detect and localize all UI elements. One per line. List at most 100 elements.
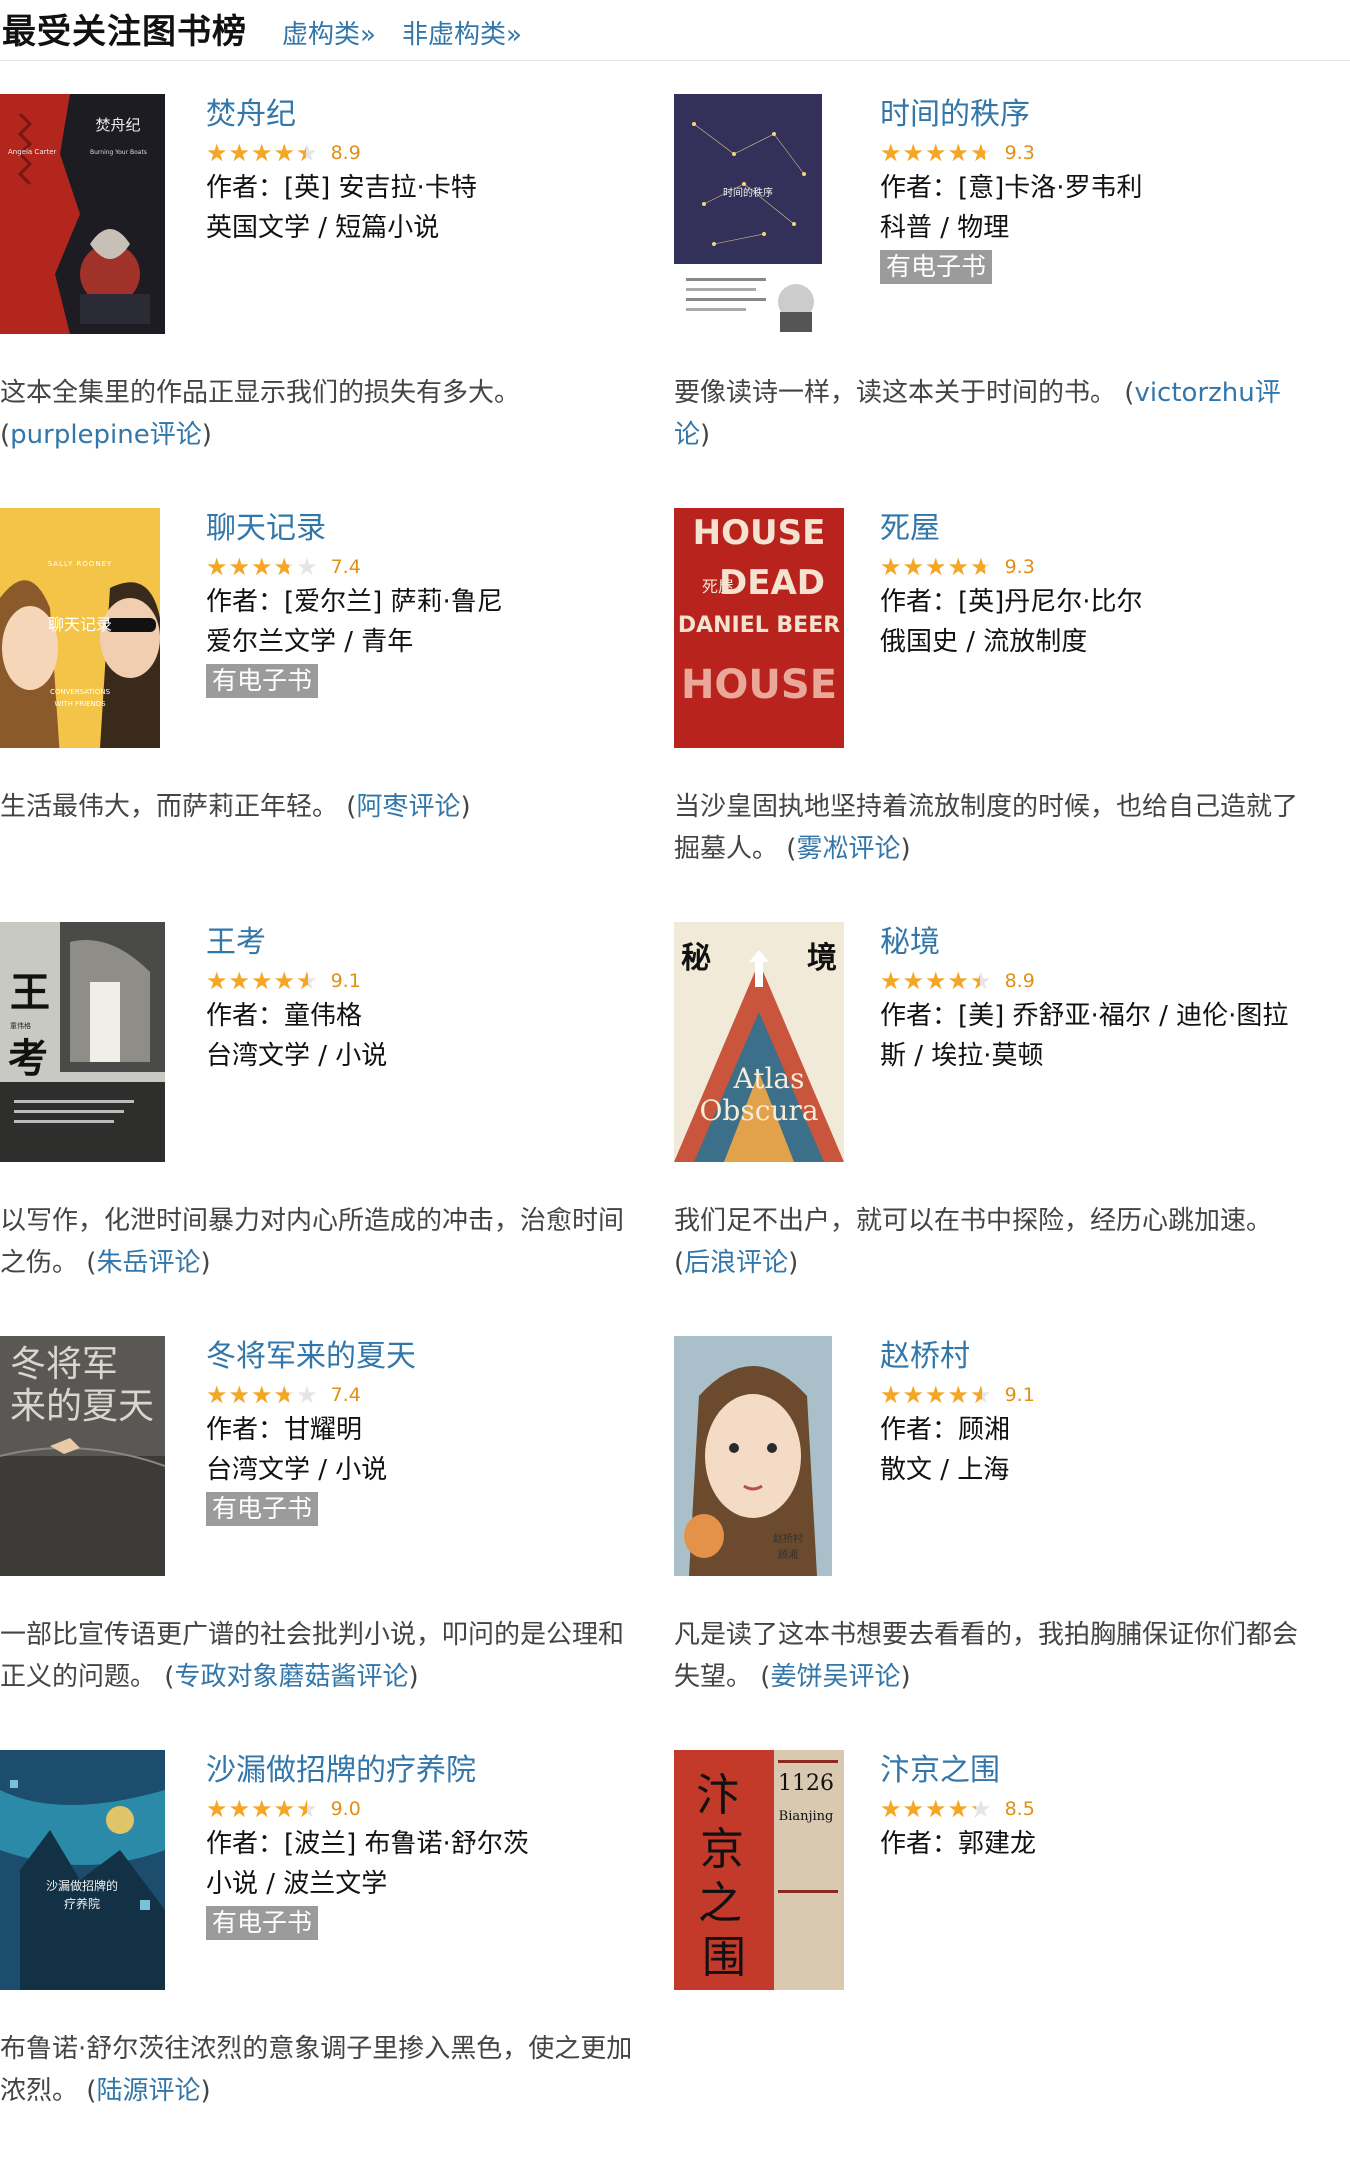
cover-text: HOUSE <box>693 513 826 553</box>
cover-text: 焚舟纪 <box>95 116 140 134</box>
rating-stars: ★★★★★★★★★★ <box>206 1381 319 1409</box>
cover-text: 境 <box>807 941 837 976</box>
book-quote: 生活最伟大，而萨莉正年轻。 (阿枣评论) <box>0 792 471 822</box>
reviewer-link[interactable]: 朱岳评论 <box>96 1248 200 1278</box>
book-title[interactable]: 时间的秩序 <box>880 98 1310 132</box>
book-author: 作者：[英]丹尼尔·比尔 <box>880 587 1143 617</box>
tab-nonfiction[interactable]: 非虚构类» <box>402 14 522 51</box>
book-quote: 一部比宣传语更广谱的社会批判小说，叩问的是公理和正义的问题。 (专政对象蘑菇酱评… <box>0 1620 625 1692</box>
cover-text: 来的夏天 <box>10 1386 154 1427</box>
quote-text: 我们足不出户，就可以在书中探险，经历心跳加速。 <box>674 1206 1273 1236</box>
book-author: 作者：[意]卡洛·罗韦利 <box>880 173 1143 203</box>
book-item: 秘 境 Atlas Obscura 秘境 ★★★★★★★★★★ 8.9 作者：[… <box>674 922 1314 1322</box>
reviewer-link[interactable]: 陆源评论 <box>96 2076 200 2106</box>
book-author: 作者：[美] 乔舒亚·福尔 / 迪伦·图拉斯 / 埃拉·莫顿 <box>880 1001 1289 1071</box>
rating-stars: ★★★★★★★★★★ <box>206 139 319 167</box>
book-item: 王 考 童伟格 王考 ★★★★★ ★★★★★ 9.1 作者：童伟格 台湾文学 / … <box>0 922 640 1322</box>
rating-stars: ★★★★★★★★★★ <box>206 967 319 995</box>
tab-fiction[interactable]: 虚构类» <box>282 14 376 51</box>
book-title[interactable]: 汴京之围 <box>880 1754 1310 1788</box>
rating: ★★★★★ ★★★★★ 9.3 <box>880 138 1310 168</box>
book-cover[interactable]: 秘 境 Atlas Obscura <box>674 922 844 1162</box>
book-cover[interactable]: 赵桥村 顾湘 <box>674 1336 832 1576</box>
reviewer-link[interactable]: 雾凇评论 <box>796 834 900 864</box>
book-item: 赵桥村 顾湘 赵桥村 ★★★★★ ★★★★★ 9.1 作者：顾湘 散文 / 上海 … <box>674 1336 1314 1736</box>
book-author: 作者：[波兰] 布鲁诺·舒尔茨 <box>206 1829 529 1859</box>
quote-text: 当沙皇固执地坚持着流放制度的时候，也给自己造就了掘墓人。 <box>674 792 1299 864</box>
book-cover[interactable]: 冬将军 来的夏天 <box>0 1336 165 1576</box>
rating-score: 7.4 <box>330 556 361 578</box>
book-title[interactable]: 聊天记录 <box>206 512 636 546</box>
quote-text: 凡是读了这本书想要去看看的，我拍胸脯保证你们都会失望。 <box>674 1620 1299 1692</box>
cover-text: Burning Your Boats <box>90 149 147 156</box>
book-title[interactable]: 冬将军来的夏天 <box>206 1340 636 1374</box>
book-title[interactable]: 秘境 <box>880 926 1310 960</box>
book-quote: 以写作，化泄时间暴力对内心所造成的冲击，治愈时间之伤。 (朱岳评论) <box>0 1206 625 1278</box>
rating: ★★★★★ ★★★★★ 9.1 <box>206 966 636 996</box>
book-tags: 俄国史 / 流放制度 <box>880 627 1088 657</box>
cover-text: 考 <box>8 1035 48 1082</box>
book-author: 作者：[爱尔兰] 萨莉·鲁尼 <box>206 587 503 617</box>
rating: ★★★★★★★★★★ 8.5 <box>880 1794 1310 1824</box>
book-tags: 小说 / 波兰文学 <box>206 1869 388 1899</box>
book-tags: 科普 / 物理 <box>880 213 1010 243</box>
reviewer-link[interactable]: 阿枣评论 <box>356 792 460 822</box>
ebook-badge[interactable]: 有电子书 <box>206 1492 319 1526</box>
reviewer-link[interactable]: purplepine评论 <box>10 420 202 450</box>
cover-text: 围 <box>702 1932 746 1983</box>
ebook-badge[interactable]: 有电子书 <box>880 250 993 284</box>
cover-text: 秘 <box>681 941 711 976</box>
svg-text:HOUSE: HOUSE <box>681 662 837 708</box>
book-tags: 爱尔兰文学 / 青年 <box>206 627 414 657</box>
cover-text: 之 <box>698 1878 742 1929</box>
rating-stars: ★★★★★★★★★★ <box>880 1381 993 1409</box>
cover-text: 京 <box>700 1824 744 1875</box>
rating-score: 9.1 <box>330 970 361 992</box>
book-cover[interactable]: HOUSE 死屋 DEAD DANIEL BEER HOUSE <box>674 508 844 748</box>
cover-text: 顾湘 <box>778 1548 798 1561</box>
book-cover[interactable]: 时间的秩序 <box>674 94 822 334</box>
cover-text: 聊天记录 <box>48 615 112 634</box>
book-title[interactable]: 焚舟纪 <box>206 98 636 132</box>
ebook-badge[interactable]: 有电子书 <box>206 1906 319 1940</box>
rating-score: 9.0 <box>330 1798 361 1820</box>
rating: ★★★★★★★★★★ 8.9 <box>880 966 1310 996</box>
ebook-badge[interactable]: 有电子书 <box>206 664 319 698</box>
rating: ★★★★★ ★★★★★ 9.1 <box>880 1380 1310 1410</box>
reviewer-link[interactable]: 专政对象蘑菇酱评论 <box>174 1662 408 1692</box>
cover-text: 冬将军 <box>10 1344 118 1385</box>
book-cover[interactable]: 王 考 童伟格 <box>0 922 165 1162</box>
book-tags: 英国文学 / 短篇小说 <box>206 213 440 243</box>
rating-stars: ★★★★★★★★★★ <box>880 553 993 581</box>
book-title[interactable]: 王考 <box>206 926 636 960</box>
cover-text: 1126 <box>778 1771 834 1796</box>
book-author: 作者：[英] 安吉拉·卡特 <box>206 173 477 203</box>
rating: ★★★★★★★★★★ 8.9 <box>206 138 636 168</box>
book-title[interactable]: 赵桥村 <box>880 1340 1310 1374</box>
book-cover[interactable]: 焚舟纪 Angela Carter Burning Your Boats <box>0 94 165 334</box>
book-item: HOUSE 死屋 DEAD DANIEL BEER HOUSE 死屋 ★★★★★… <box>674 508 1314 908</box>
book-quote: 要像读诗一样，读这本关于时间的书。 (victorzhu评论) <box>674 378 1281 450</box>
book-quote: 我们足不出户，就可以在书中探险，经历心跳加速。 (后浪评论) <box>674 1206 1273 1278</box>
rating-score: 9.1 <box>1004 1384 1035 1406</box>
book-author: 作者：甘耀明 <box>206 1415 363 1445</box>
rating-stars: ★★★★★★★★★★ <box>880 967 993 995</box>
book-cover[interactable]: 沙漏做招牌的 疗养院 <box>0 1750 165 1990</box>
book-item: 时间的秩序 时间的秩序 ★★★★★ ★★★★★ 9.3 作者：[意]卡洛·罗韦利 … <box>674 94 1314 494</box>
cover-text: Angela Carter <box>8 148 57 156</box>
cover-text: Bianjing <box>779 1809 834 1824</box>
reviewer-link[interactable]: 后浪评论 <box>684 1248 788 1278</box>
rating-score: 8.9 <box>1004 970 1035 992</box>
book-author: 作者：童伟格 <box>206 1001 363 1031</box>
cover-text: 汴 <box>696 1770 740 1821</box>
book-cover[interactable]: SALLY ROONEY 聊天记录 CONVERSATIONS WITH FRI… <box>0 508 160 748</box>
cover-text: 童伟格 <box>10 1021 31 1030</box>
book-title[interactable]: 沙漏做招牌的疗养院 <box>206 1754 636 1788</box>
book-tags: 台湾文学 / 小说 <box>206 1041 388 1071</box>
book-title[interactable]: 死屋 <box>880 512 1310 546</box>
reviewer-link[interactable]: 姜饼吴评论 <box>770 1662 900 1692</box>
book-cover[interactable]: 汴 京 之 围 1126 Bianjing <box>674 1750 844 1990</box>
book-tags: 台湾文学 / 小说 <box>206 1455 388 1485</box>
book-author: 作者：顾湘 <box>880 1415 1011 1445</box>
quote-text: 这本全集里的作品正显示我们的损失有多大。 <box>0 378 521 408</box>
